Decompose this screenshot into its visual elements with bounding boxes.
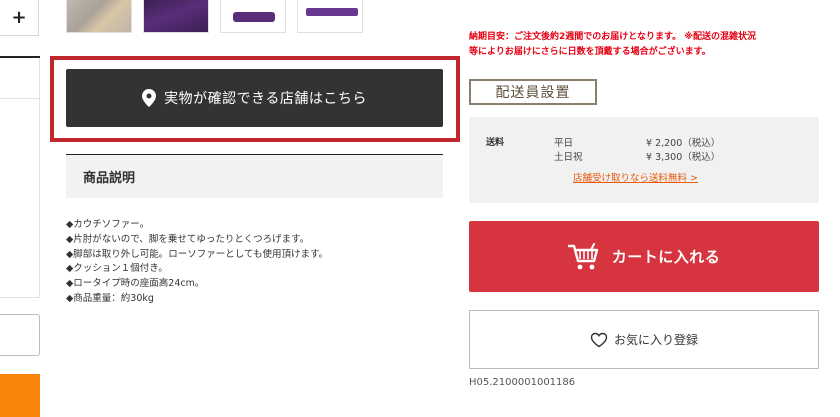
add-to-cart-button[interactable]: カートに入れる	[469, 221, 819, 292]
heart-icon	[590, 332, 608, 347]
add-to-favorites-button[interactable]: お気に入り登録	[469, 310, 819, 369]
product-thumbnail-3[interactable]	[220, 0, 286, 33]
add-to-favorites-label: お気に入り登録	[613, 333, 698, 347]
delivery-notice-line: 等によりお届けにさらに日数を頂戴する場合がございます。	[469, 47, 711, 57]
shipping-day: 土日祝	[554, 152, 583, 163]
add-to-cart-label: カートに入れる	[611, 248, 721, 266]
product-thumbnail-4[interactable]	[297, 0, 363, 33]
shipping-info-box: 送料 平日 ¥ 2,200（税込） 土日祝 ¥ 3,300（税込） 店舗受け取り…	[469, 117, 819, 203]
delivery-notice: 納期目安：ご注文後約2週間でのお届けとなります。 ※配送の混雑状況 等によりお届…	[469, 30, 839, 60]
description-body: ◆カウチソファー。 ◆片肘がないので、脚を乗せてゆったりとくつろげます。 ◆脚部…	[66, 218, 456, 307]
description-line: ◆脚部は取り外し可能。ローソファーとしても使用頂けます。	[66, 248, 329, 260]
product-thumbnail-1[interactable]	[66, 0, 132, 33]
description-line: ◆商品重量：約30kg	[66, 292, 154, 304]
cart-icon	[567, 242, 598, 269]
shipping-price: ¥ 3,300（税込）	[646, 152, 721, 163]
description-line: ◆片肘がないので、脚を乗せてゆったりとくつろげます。	[66, 233, 310, 245]
map-pin-icon	[142, 89, 157, 107]
shipping-row-weekday: 平日 ¥ 2,200（税込）	[554, 135, 720, 149]
store-pickup-link[interactable]: 店舗受け取りなら送料無料 >	[573, 170, 698, 184]
description-line: ◆ロータイプ時の座面高24cm。	[66, 278, 205, 290]
left-outline-button[interactable]	[0, 314, 40, 356]
shipping-row-weekend: 土日祝 ¥ 3,300（税込）	[554, 149, 720, 163]
description-heading: 商品説明	[66, 154, 443, 198]
product-thumbnail-2[interactable]	[143, 0, 209, 33]
description-line: ◆カウチソファー。	[66, 219, 150, 230]
shipping-day: 平日	[554, 138, 574, 149]
product-sku: H05.2100001001186	[469, 377, 576, 388]
delivery-notice-line: 納期目安：ご注文後約2週間でのお届けとなります。 ※配送の混雑状況	[469, 32, 756, 42]
shipping-label: 送料	[486, 138, 505, 148]
description-line: ◆クッション１個付き。	[66, 263, 168, 275]
quantity-plus-button[interactable]: +	[0, 0, 39, 36]
left-panel	[0, 58, 40, 298]
delivery-installation-badge: 配送員設置	[469, 79, 597, 105]
store-locator-label: 実物が確認できる店舗はこちら	[164, 91, 367, 107]
store-locator-button[interactable]: 実物が確認できる店舗はこちら	[66, 69, 443, 127]
shipping-price: ¥ 2,200（税込）	[646, 138, 721, 149]
left-orange-button[interactable]	[0, 374, 40, 417]
